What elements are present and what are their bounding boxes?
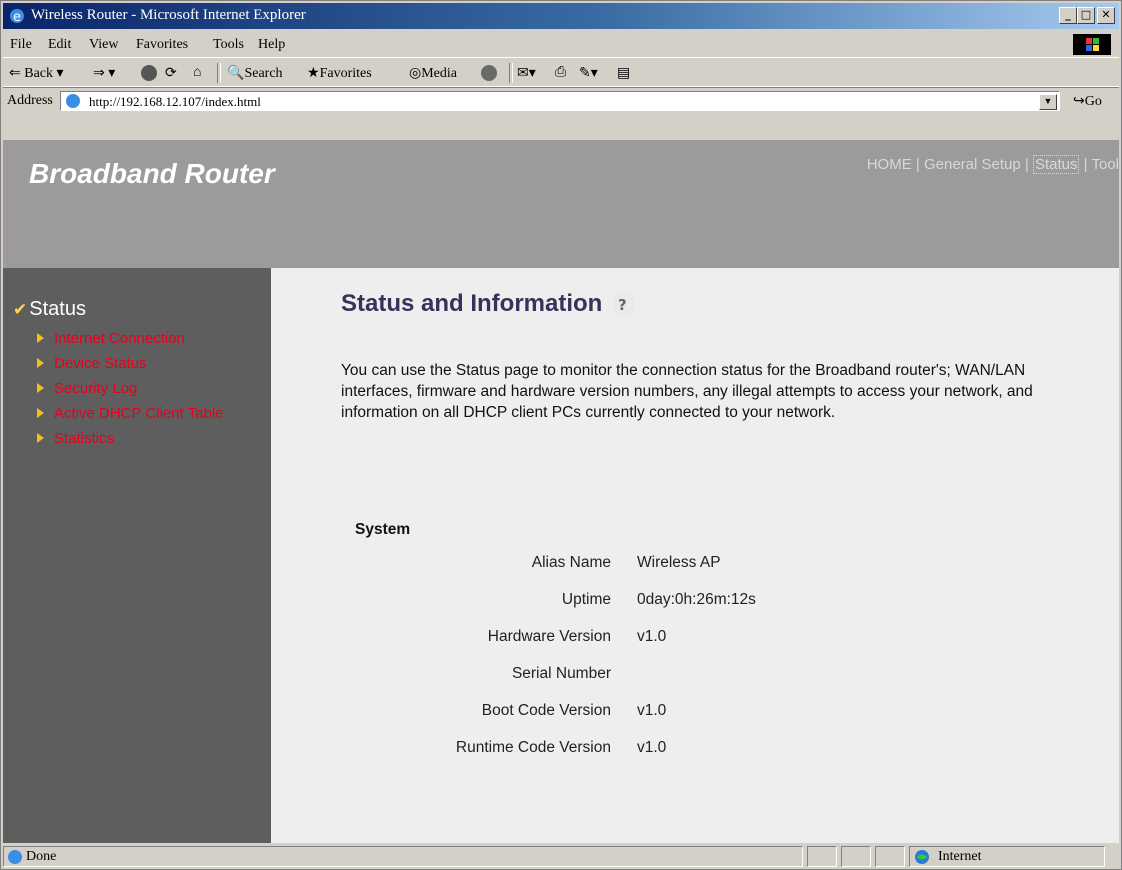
arrow-icon (37, 408, 44, 418)
address-bar: Address http://192.168.12.107/index.html… (3, 89, 1119, 113)
menu-favorites[interactable]: Favorites (136, 37, 188, 53)
sidebar-item-statistics[interactable]: Statistics (37, 430, 224, 455)
info-label: Hardware Version (487, 628, 611, 645)
brand-title: Broadband Router (29, 158, 275, 189)
sidebar-item-security-log[interactable]: Security Log (37, 380, 224, 405)
page-done-icon (8, 850, 22, 864)
arrow-icon (37, 433, 44, 443)
home-icon[interactable]: ⌂ (193, 65, 201, 81)
edit-icon[interactable]: ✎▾ (579, 65, 598, 82)
search-icon: 🔍 (227, 66, 245, 81)
back-button[interactable]: ⇐ Back ▾ (9, 65, 64, 82)
arrow-icon (37, 333, 44, 343)
history-icon[interactable] (481, 65, 497, 83)
menu-file[interactable]: File (10, 37, 32, 53)
main-panel: Status and Information ? You can use the… (271, 268, 1119, 843)
search-button[interactable]: 🔍Search (227, 65, 283, 82)
info-value: v1.0 (637, 628, 667, 645)
go-button[interactable]: ↪Go (1073, 93, 1102, 110)
windows-logo-icon (1073, 34, 1111, 55)
info-label: Alias Name (531, 554, 611, 571)
menu-bar: File Edit View Favorites Tools Help (3, 31, 1119, 58)
nav-general-setup[interactable]: General Setup (924, 156, 1021, 173)
forward-button[interactable]: ⇒ ▾ (93, 65, 115, 82)
address-input[interactable]: http://192.168.12.107/index.html ▼ (60, 91, 1060, 111)
info-row: Uptime 0day:0h:26m:12s (271, 591, 971, 628)
section-heading: System (355, 521, 411, 538)
toolbar: ⇐ Back ▾ ⇒ ▾ ⟳ ⌂ 🔍Search ★Favorites ◎Med… (3, 60, 1119, 112)
mail-icon[interactable]: ✉▾ (517, 65, 536, 82)
go-arrow-icon: ↪ (1073, 94, 1085, 109)
info-label: Boot Code Version (481, 702, 611, 719)
address-dropdown-icon[interactable]: ▼ (1039, 94, 1057, 110)
menu-help[interactable]: Help (258, 37, 285, 53)
minimize-button[interactable]: _ (1059, 7, 1077, 24)
favorites-icon: ★ (307, 66, 320, 81)
browser-window: e Wireless Router - Microsoft Internet E… (0, 0, 1122, 870)
page-description: You can use the Status page to monitor t… (341, 362, 1033, 421)
menu-view[interactable]: View (89, 37, 118, 53)
info-row: Serial Number (271, 665, 971, 702)
page-content: Broadband Router HOME | General Setup | … (3, 140, 1119, 843)
sidebar-item-device-status[interactable]: Device Status (37, 355, 224, 380)
info-row: Hardware Version v1.0 (271, 628, 971, 665)
info-value: v1.0 (637, 739, 667, 756)
sidebar: ✔ Status Internet Connection Device Statu… (3, 268, 271, 843)
menu-tools[interactable]: Tools (213, 37, 244, 53)
sidebar-item-internet-connection[interactable]: Internet Connection (37, 330, 224, 355)
page-icon (66, 94, 80, 108)
sidebar-item-dhcp-client-table[interactable]: Active DHCP Client Table (37, 405, 224, 430)
svg-text:?: ? (618, 296, 627, 314)
arrow-icon (37, 358, 44, 368)
info-label: Runtime Code Version (455, 739, 611, 756)
info-label: Uptime (561, 591, 611, 608)
internet-zone-icon (915, 850, 929, 864)
favorites-button[interactable]: ★Favorites (307, 65, 372, 82)
top-nav: HOME | General Setup | Status | Tool (866, 155, 1119, 174)
refresh-icon[interactable]: ⟳ (165, 65, 177, 82)
info-value: 0day:0h:26m:12s (637, 591, 756, 608)
help-icon[interactable]: ? (613, 293, 636, 315)
info-label: Serial Number (511, 665, 611, 682)
media-button[interactable]: ◎Media (409, 65, 457, 82)
info-value: v1.0 (637, 702, 667, 719)
info-value: Wireless AP (637, 554, 721, 571)
system-info-table: Alias Name Wireless AP Uptime 0day:0h:26m:… (271, 554, 971, 776)
svg-text:e: e (13, 10, 21, 25)
page-title: Status and Information ? (341, 290, 636, 318)
media-icon: ◎ (409, 66, 422, 81)
menu-edit[interactable]: Edit (48, 37, 71, 53)
sidebar-heading: ✔ Status (13, 298, 86, 320)
window-title: Wireless Router - Microsoft Internet Exp… (31, 7, 306, 23)
nav-status[interactable]: Status (1032, 155, 1080, 174)
close-button[interactable]: ✕ (1097, 7, 1115, 24)
maximize-button[interactable]: □ (1077, 7, 1095, 24)
banner: Broadband Router HOME | General Setup | … (3, 140, 1119, 268)
info-row: Alias Name Wireless AP (271, 554, 971, 591)
nav-tool[interactable]: Tool (1091, 156, 1119, 173)
checkmark-icon: ✔ (13, 300, 28, 319)
arrow-icon (37, 383, 44, 393)
stop-icon[interactable] (141, 65, 157, 83)
nav-home[interactable]: HOME (867, 156, 912, 173)
status-text: Done (26, 849, 57, 864)
print-icon[interactable]: ⎙ (555, 65, 566, 81)
address-url: http://192.168.12.107/index.html (89, 94, 261, 109)
ie-logo-icon: e (10, 9, 24, 25)
discuss-icon[interactable]: ▤ (617, 65, 630, 82)
title-bar: e Wireless Router - Microsoft Internet E… (3, 3, 1119, 29)
info-row: Runtime Code Version v1.0 (271, 739, 971, 776)
address-label: Address (7, 93, 53, 108)
zone-text: Internet (938, 849, 982, 864)
info-row: Boot Code Version v1.0 (271, 702, 971, 739)
status-bar: Done Internet (3, 845, 1119, 869)
